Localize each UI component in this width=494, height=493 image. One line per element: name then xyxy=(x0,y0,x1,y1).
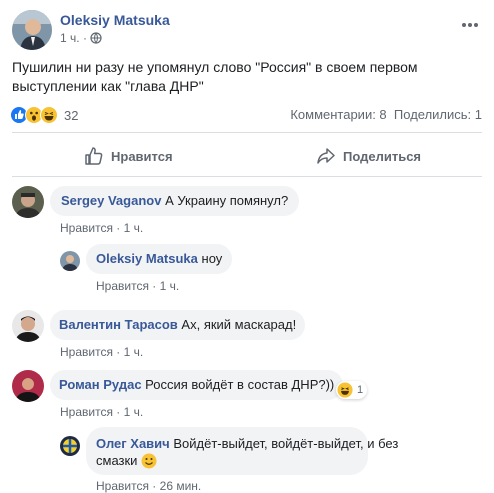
share-button[interactable]: Поделиться xyxy=(316,145,421,167)
author-photo-icon xyxy=(12,10,52,50)
post-text-line-2: выступлении как "глава ДНР" xyxy=(12,78,204,94)
meta-separator: · xyxy=(116,221,121,235)
comment-author[interactable]: Роман Рудас xyxy=(59,377,142,393)
comment-avatar[interactable] xyxy=(12,186,44,218)
smile-emoji-icon xyxy=(141,453,157,469)
reply-text-line-1: Олег Хавич Войдёт-выйдет, войдёт-выйдет,… xyxy=(96,435,398,452)
comment-time[interactable]: 1 ч. xyxy=(124,221,144,235)
share-button-label: Поделиться xyxy=(343,148,422,164)
meta-separator: · xyxy=(116,345,121,359)
divider-bottom xyxy=(12,176,482,177)
comment-actions: Нравится · 1 ч. xyxy=(60,405,143,419)
comment-avatar[interactable] xyxy=(12,310,44,342)
reply-author[interactable]: Олег Хавич xyxy=(96,436,170,451)
thumbs-up-icon xyxy=(84,146,104,166)
post-time[interactable]: 1 ч. xyxy=(60,31,80,45)
commenter-photo-icon xyxy=(12,370,44,402)
comment-text: Россия войдёт в состав ДНР?)) xyxy=(145,377,335,392)
comment-bubble: Валентин Тарасов Ах, який маскарад! xyxy=(50,310,306,340)
reply-avatar[interactable] xyxy=(60,251,80,271)
comment-avatar[interactable] xyxy=(12,370,44,402)
comments-count-link[interactable]: Комментарии: 8 xyxy=(290,107,386,122)
post-author-name[interactable]: Oleksiy Matsuka xyxy=(60,12,170,28)
commenter-photo-icon xyxy=(12,186,44,218)
reply-actions: Нравится · 26 мин. xyxy=(96,479,201,493)
reactions-count: 32 xyxy=(64,107,79,123)
comment-actions: Нравится · 1 ч. xyxy=(60,221,143,235)
comment-like-link[interactable]: Нравится xyxy=(60,221,113,235)
comment-author[interactable]: Валентин Тарасов xyxy=(59,317,178,333)
comment-like-link[interactable]: Нравится xyxy=(60,405,113,419)
share-arrow-icon xyxy=(316,146,336,166)
reply-text: ноу xyxy=(201,251,223,266)
haha-reaction-icon xyxy=(337,382,353,398)
globe-icon xyxy=(90,32,102,47)
engagement-counts: Комментарии: 8 Поделились: 1 xyxy=(290,107,482,122)
comment-text: А Украину помянул? xyxy=(165,193,289,208)
comment-bubble: Sergey Vaganov А Украину помянул? xyxy=(50,186,300,216)
meta-separator: · xyxy=(82,31,87,45)
reply-text-cont: смазки xyxy=(96,453,138,468)
ukraine-flag-avatar-icon xyxy=(60,436,80,456)
reply-text-line-2: смазки xyxy=(96,452,358,469)
more-options-icon[interactable] xyxy=(460,16,480,27)
post-meta: 1 ч. · xyxy=(60,31,102,47)
reply-bubble: Олег Хавич Войдёт-выйдет, войдёт-выйдет,… xyxy=(86,427,398,475)
meta-separator: · xyxy=(152,279,157,293)
comment-bubble: Роман Рудас Россия войдёт в состав ДНР?)… xyxy=(50,370,344,400)
reactions-summary[interactable]: 32 xyxy=(10,106,78,124)
reply-time[interactable]: 1 ч. xyxy=(160,279,180,293)
divider-top xyxy=(12,132,482,133)
meta-separator: · xyxy=(152,479,157,493)
reply-like-link[interactable]: Нравится xyxy=(96,479,149,493)
commenter-photo-icon xyxy=(12,310,44,342)
reply-text: Войдёт-выйдет, войдёт-выйдет, и без xyxy=(173,436,399,451)
post-author-avatar[interactable] xyxy=(12,10,52,50)
like-button-label: Нравится xyxy=(111,148,173,164)
haha-reaction-icon xyxy=(40,106,58,124)
reply-author-photo-icon xyxy=(60,251,80,271)
reply-avatar[interactable] xyxy=(60,436,80,456)
comment-time[interactable]: 1 ч. xyxy=(124,345,144,359)
like-button[interactable]: Нравится xyxy=(84,145,173,167)
comment-like-link[interactable]: Нравится xyxy=(60,345,113,359)
comment-actions: Нравится · 1 ч. xyxy=(60,345,143,359)
reply-author[interactable]: Oleksiy Matsuka xyxy=(96,251,198,267)
reply-time[interactable]: 26 мин. xyxy=(160,479,202,493)
post-text: Пушилин ни разу не упомянул слово "Росси… xyxy=(12,58,482,96)
comment-author[interactable]: Sergey Vaganov xyxy=(61,193,161,209)
comment-time[interactable]: 1 ч. xyxy=(124,405,144,419)
shares-count-link[interactable]: Поделились: 1 xyxy=(394,107,482,122)
meta-separator: · xyxy=(116,405,121,419)
comment-reaction-count: 1 xyxy=(357,384,364,396)
reply-bubble: Oleksiy Matsuka ноу xyxy=(86,244,233,274)
comment-text: Ах, який маскарад! xyxy=(181,317,297,332)
reply-actions: Нравится · 1 ч. xyxy=(96,279,179,293)
reply-like-link[interactable]: Нравится xyxy=(96,279,149,293)
post-text-line-1: Пушилин ни разу не упомянул слово "Росси… xyxy=(12,59,418,75)
comment-reaction-summary[interactable]: 1 xyxy=(336,381,368,399)
